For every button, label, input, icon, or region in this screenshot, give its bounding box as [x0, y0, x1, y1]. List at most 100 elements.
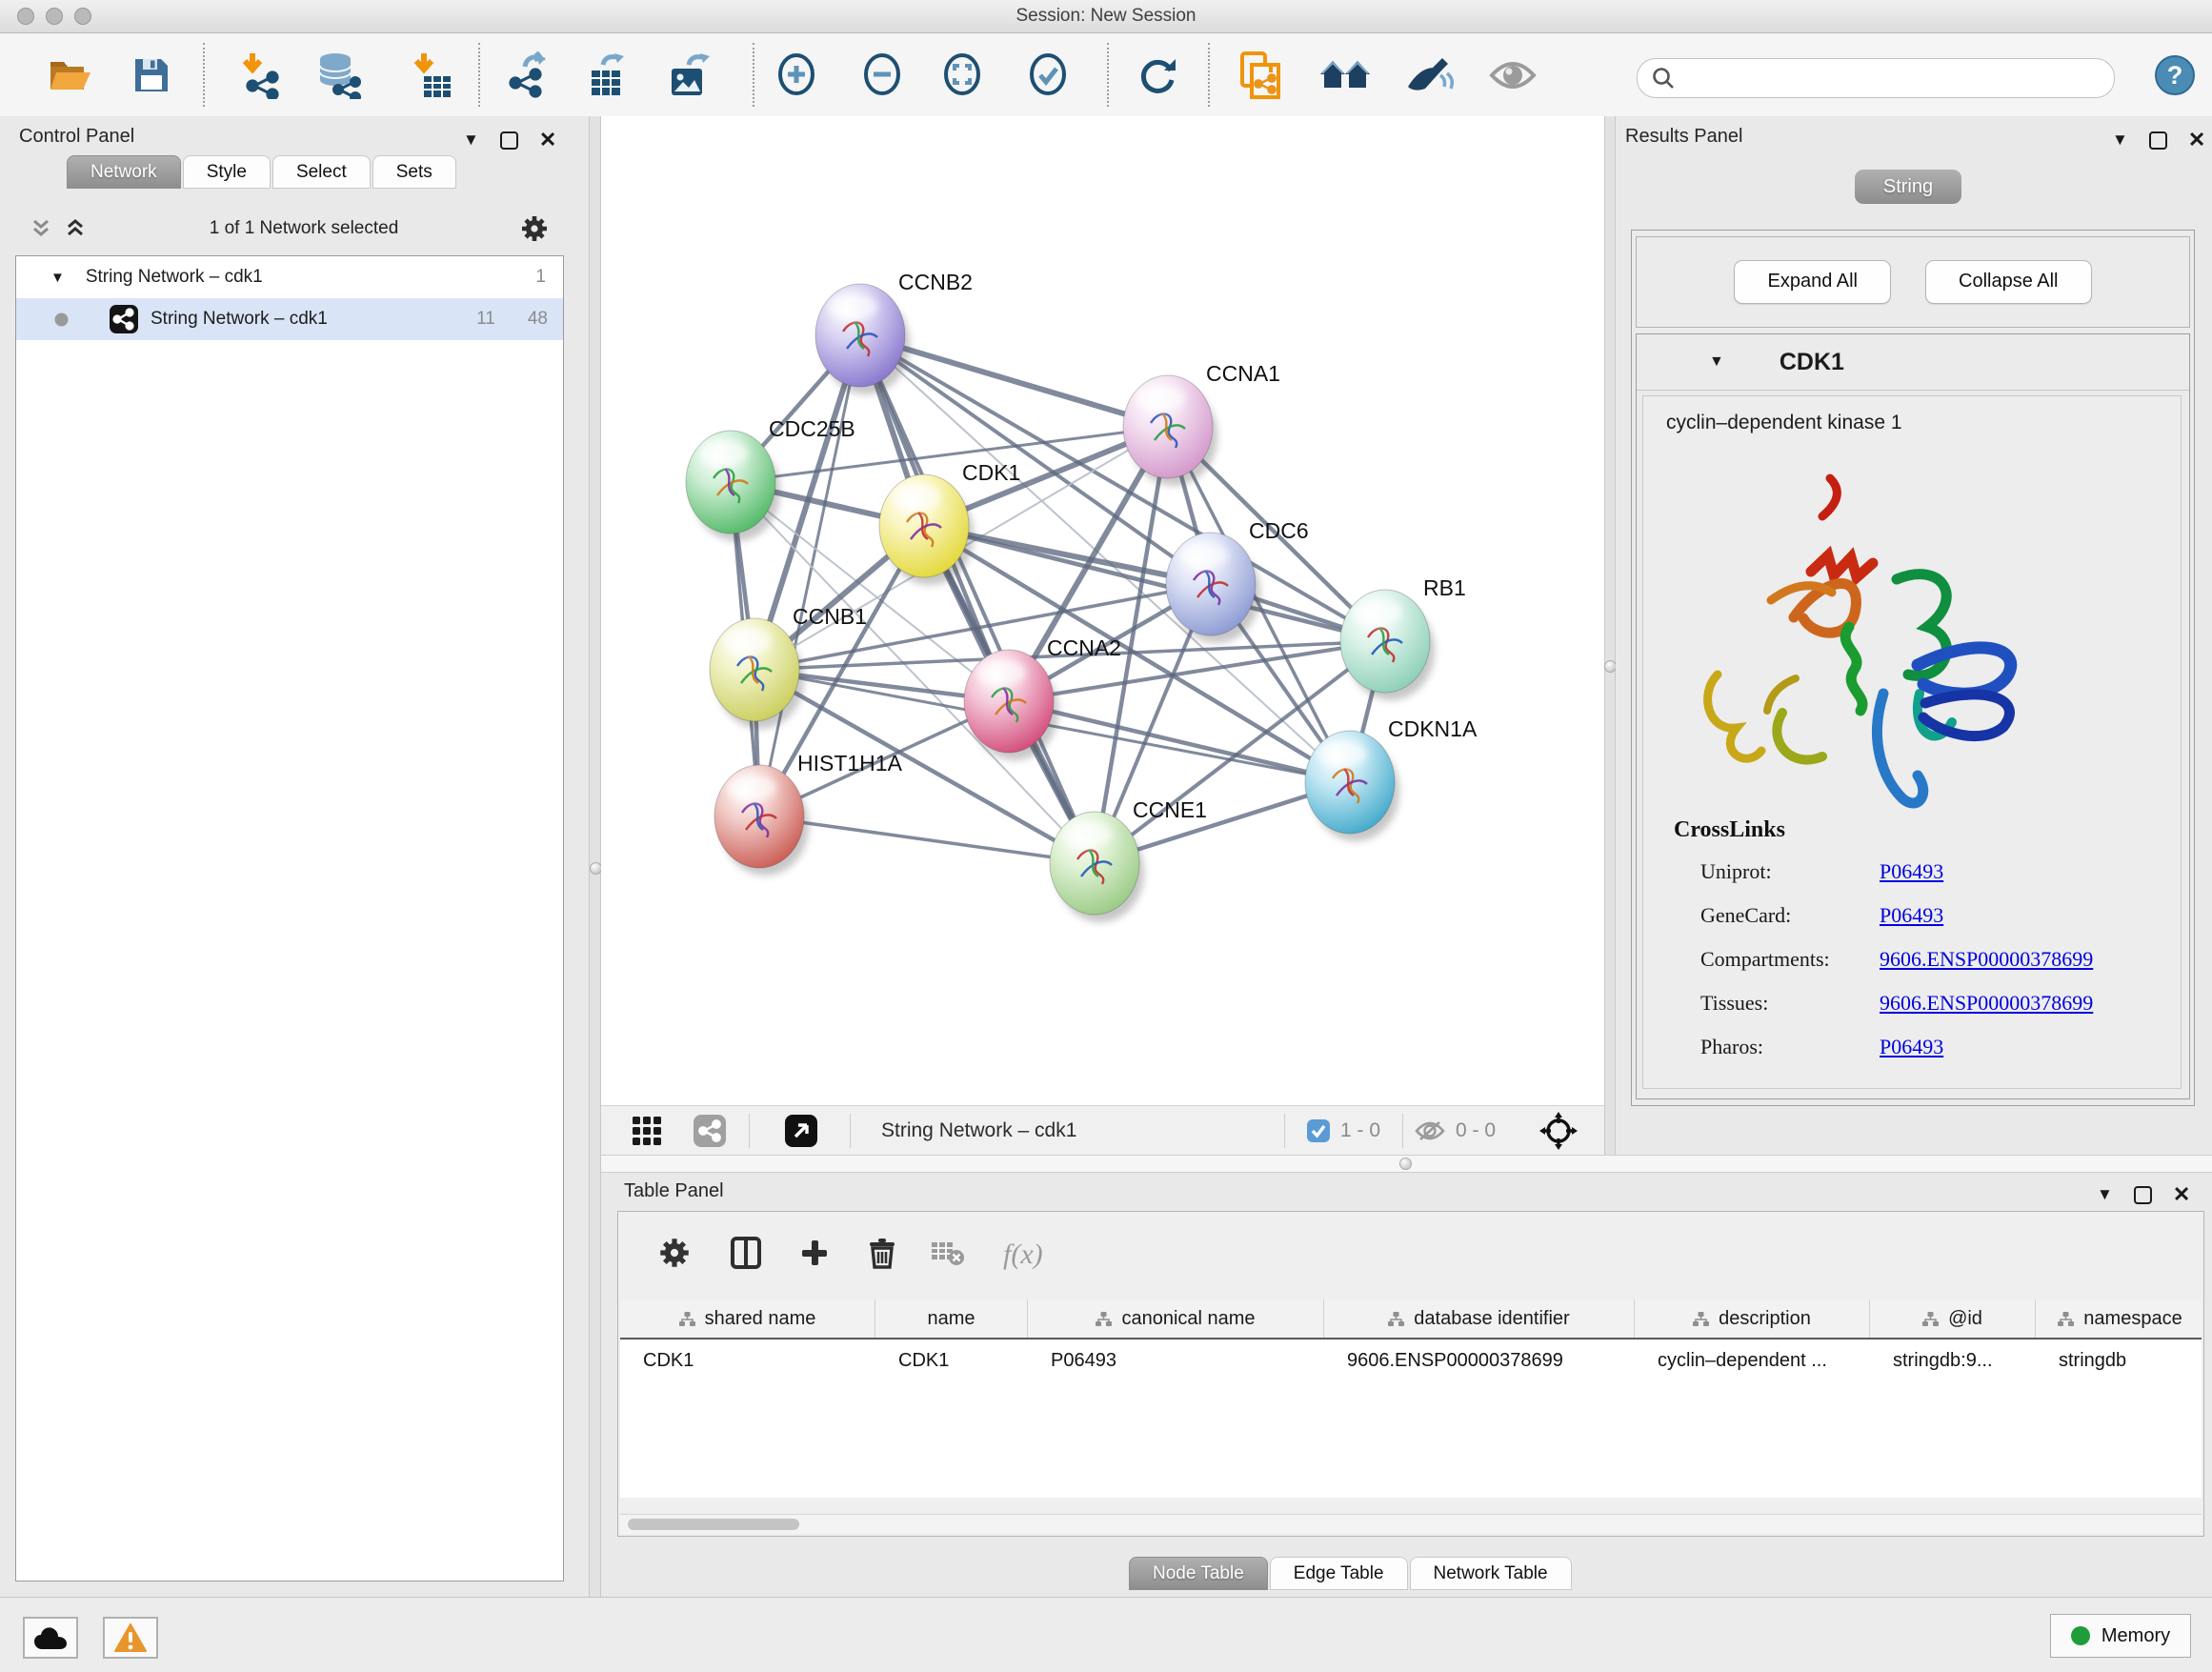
edge-CCNB2-HIST1H1A[interactable]	[759, 335, 860, 816]
memory-button[interactable]: Memory	[2050, 1614, 2191, 1658]
zoom-in-button[interactable]	[770, 49, 823, 102]
tab-network-table[interactable]: Network Table	[1410, 1557, 1572, 1590]
table-cell[interactable]: 9606.ENSP00000378699	[1324, 1340, 1635, 1381]
export-network-button[interactable]	[501, 49, 554, 102]
tab-sets[interactable]: Sets	[372, 155, 456, 189]
warning-status-button[interactable]	[103, 1617, 158, 1659]
delete-table-button[interactable]	[931, 1239, 965, 1272]
column-header-database-identifier[interactable]: database identifier	[1324, 1299, 1635, 1338]
collapse-all-button[interactable]: Collapse All	[1925, 260, 2092, 304]
import-table-file-button[interactable]	[406, 49, 459, 102]
panel-menu-icon[interactable]: ▼	[2097, 1185, 2113, 1204]
show-eye-button[interactable]	[1486, 49, 1539, 102]
tab-edge-table[interactable]: Edge Table	[1270, 1557, 1408, 1590]
panel-menu-icon[interactable]: ▼	[463, 131, 479, 150]
gene-expand-icon[interactable]: ▼	[1709, 353, 1724, 371]
function-builder-button[interactable]: f(x)	[1003, 1239, 1043, 1271]
node-CDK1[interactable]: CDK1	[879, 460, 1020, 585]
panel-close-icon[interactable]: ✕	[2188, 128, 2205, 152]
horizontal-splitter[interactable]	[601, 1155, 2212, 1173]
table-cell[interactable]: stringdb:9...	[1870, 1340, 2036, 1381]
crosslink-link[interactable]: 9606.ENSP00000378699	[1880, 947, 2093, 972]
node-RB1[interactable]: RB1	[1340, 575, 1466, 700]
column-header-shared-name[interactable]: shared name	[620, 1299, 875, 1338]
delete-column-button[interactable]	[868, 1237, 896, 1274]
zoom-selected-button[interactable]	[1021, 49, 1075, 102]
cloud-status-button[interactable]	[23, 1617, 78, 1659]
column-header-canonical-name[interactable]: canonical name	[1028, 1299, 1324, 1338]
table-cell[interactable]: CDK1	[620, 1340, 875, 1381]
node-CCNA1[interactable]: CCNA1	[1123, 361, 1280, 486]
selected-checkbox[interactable]	[1306, 1118, 1331, 1148]
crosslink-link[interactable]: 9606.ENSP00000378699	[1880, 991, 2093, 1016]
tab-string[interactable]: String	[1855, 170, 1961, 204]
column-header-namespace[interactable]: namespace	[2036, 1299, 2202, 1338]
collapse-all-icon[interactable]	[29, 217, 53, 240]
birdseye-toggle-button[interactable]	[784, 1114, 818, 1153]
table-row[interactable]: CDK1CDK1P064939606.ENSP00000378699cyclin…	[620, 1340, 2202, 1381]
column-header-name[interactable]: name	[875, 1299, 1028, 1338]
table-cell[interactable]: P06493	[1028, 1340, 1324, 1381]
clone-network-button[interactable]	[1234, 49, 1287, 102]
column-header--id[interactable]: @id	[1870, 1299, 2036, 1338]
save-session-button[interactable]	[125, 49, 178, 102]
gene-header-row[interactable]: ▼ CDK1	[1637, 334, 2189, 391]
hide-glass-button[interactable]	[1402, 49, 1456, 102]
panel-float-icon[interactable]	[2149, 131, 2167, 150]
hscrollbar-thumb[interactable]	[628, 1519, 799, 1530]
edge-CCNB2-CCNE1[interactable]	[860, 335, 1095, 863]
table-hscrollbar[interactable]	[620, 1514, 2202, 1534]
tab-style[interactable]: Style	[183, 155, 271, 189]
open-session-button[interactable]	[43, 49, 96, 102]
search-box[interactable]	[1637, 58, 2115, 98]
network-row[interactable]: String Network – cdk1 11 48	[16, 298, 563, 340]
tab-network[interactable]: Network	[67, 155, 181, 189]
table-cell[interactable]: stringdb	[2036, 1340, 2202, 1381]
expand-all-icon[interactable]	[63, 217, 88, 240]
tab-node-table[interactable]: Node Table	[1129, 1557, 1268, 1590]
table-cell[interactable]: cyclin–dependent ...	[1635, 1340, 1870, 1381]
node-CCNB2[interactable]: CCNB2	[815, 270, 973, 394]
hidden-toggle[interactable]	[1414, 1119, 1446, 1147]
import-network-database-button[interactable]	[312, 49, 366, 102]
string-home-button[interactable]	[1318, 49, 1372, 102]
panel-float-icon[interactable]	[2134, 1186, 2152, 1204]
network-collection-row[interactable]: ▼ String Network – cdk1 1	[16, 256, 563, 298]
search-input[interactable]	[1683, 68, 2114, 90]
edge-CCNA2-CDKN1A[interactable]	[1009, 701, 1350, 782]
network-graph[interactable]: CCNB2CCNA1CDC25BCDK1CDC6RB1CCNB1CCNA2CDK…	[601, 116, 1604, 1105]
crosslink-link[interactable]: P06493	[1880, 859, 1943, 884]
right-splitter[interactable]	[1604, 116, 1616, 1155]
import-network-file-button[interactable]	[234, 49, 288, 102]
left-splitter[interactable]	[589, 116, 601, 1597]
node-table[interactable]: shared namenamecanonical namedatabase id…	[620, 1299, 2202, 1498]
network-canvas[interactable]: CCNB2CCNA1CDC25BCDK1CDC6RB1CCNB1CCNA2CDK…	[601, 116, 1604, 1105]
column-header-description[interactable]: description	[1635, 1299, 1870, 1338]
fit-content-button[interactable]	[935, 49, 989, 102]
horizontal-splitter-grip[interactable]	[1399, 1158, 1412, 1170]
create-column-button[interactable]	[799, 1238, 830, 1273]
gear-icon[interactable]	[520, 214, 549, 243]
edge-HIST1H1A-CCNE1[interactable]	[759, 816, 1095, 863]
node-CDC6[interactable]: CDC6	[1166, 518, 1309, 643]
export-table-button[interactable]	[581, 49, 634, 102]
crosslink-link[interactable]: P06493	[1880, 903, 1943, 928]
table-cell[interactable]: CDK1	[875, 1340, 1028, 1381]
grid-view-button[interactable]	[632, 1116, 662, 1151]
apply-layout-button[interactable]	[1131, 49, 1184, 102]
panel-close-icon[interactable]: ✕	[2173, 1182, 2190, 1207]
network-view-button[interactable]	[693, 1114, 727, 1153]
collection-expand-icon[interactable]: ▼	[50, 270, 65, 286]
panel-menu-icon[interactable]: ▼	[2112, 131, 2128, 150]
help-button[interactable]: ?	[2148, 49, 2202, 102]
table-settings-button[interactable]	[658, 1237, 691, 1274]
expand-all-button[interactable]: Expand All	[1734, 260, 1891, 304]
panel-close-icon[interactable]: ✕	[539, 128, 556, 152]
node-HIST1H1A[interactable]: HIST1H1A	[714, 751, 903, 876]
panel-float-icon[interactable]	[500, 131, 518, 150]
tab-select[interactable]: Select	[272, 155, 371, 189]
zoom-out-button[interactable]	[855, 49, 909, 102]
show-columns-button[interactable]	[731, 1237, 761, 1274]
crosslink-link[interactable]: P06493	[1880, 1035, 1943, 1059]
export-image-button[interactable]	[663, 49, 716, 102]
